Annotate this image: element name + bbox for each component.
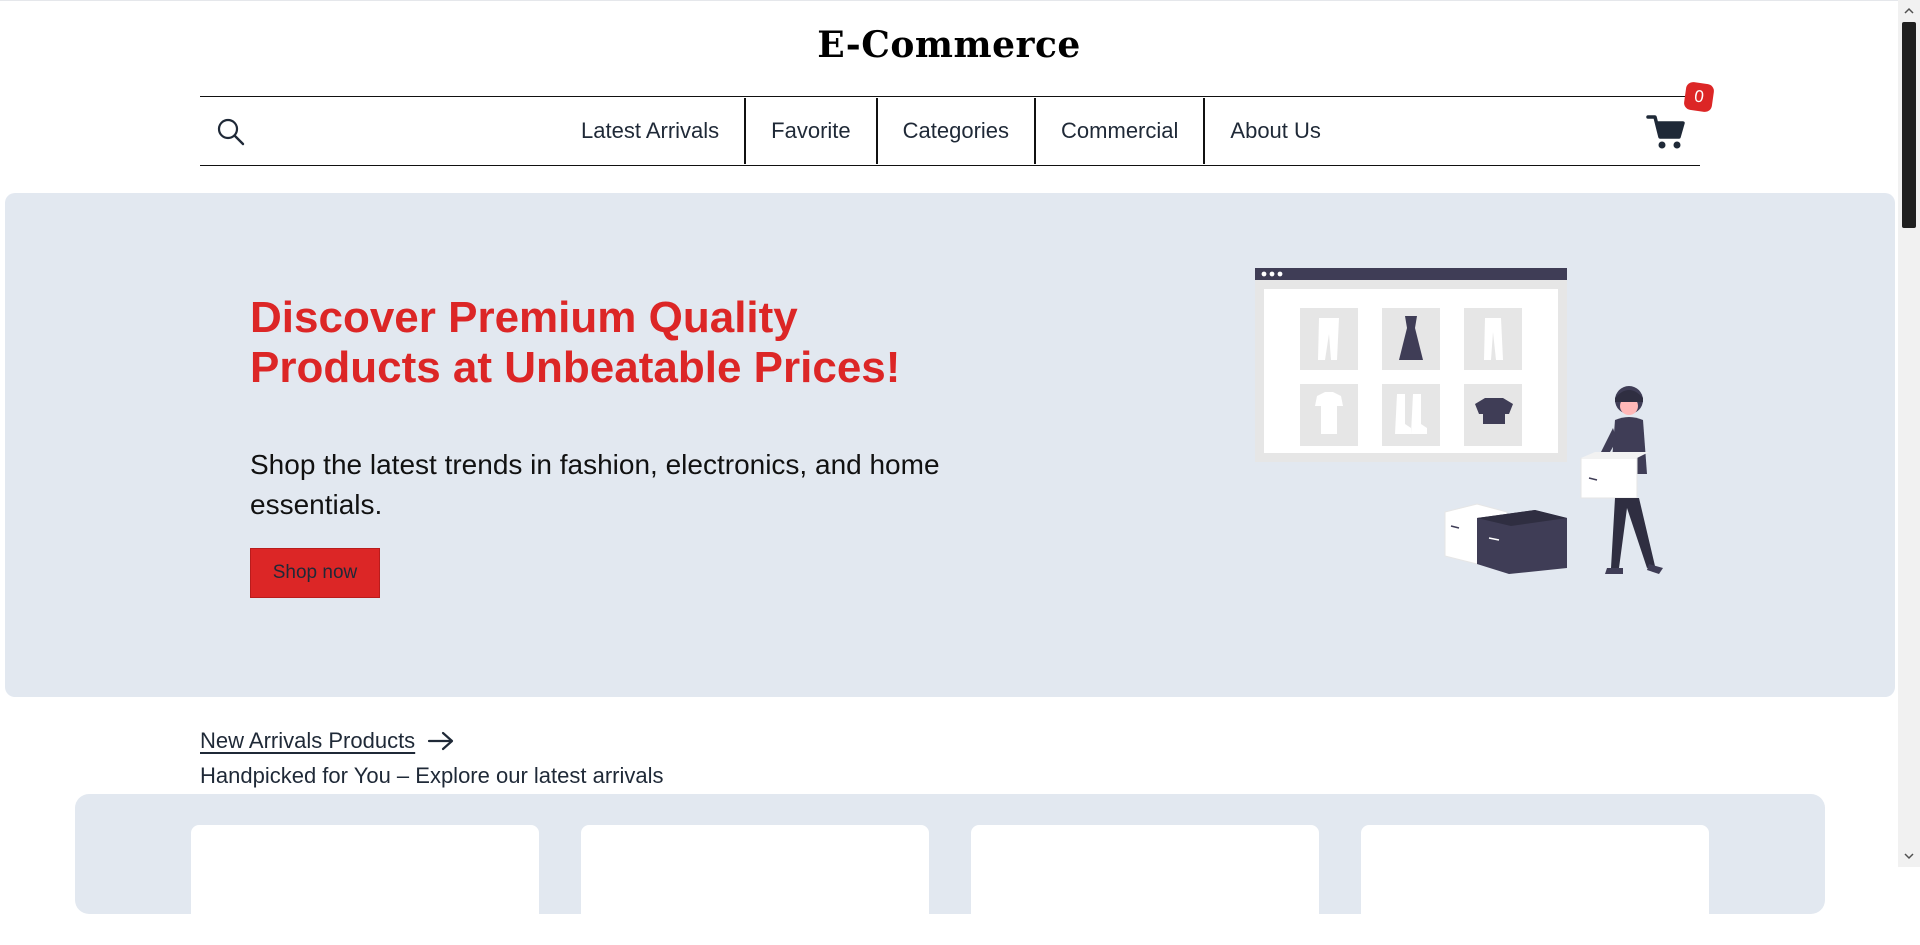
top-border bbox=[0, 0, 1898, 1]
nav-about-us[interactable]: About Us bbox=[1205, 98, 1346, 164]
product-card[interactable] bbox=[581, 825, 929, 945]
scroll-up-icon[interactable] bbox=[1904, 6, 1914, 16]
nav-categories[interactable]: Categories bbox=[878, 98, 1037, 164]
vertical-scrollbar[interactable] bbox=[1898, 0, 1920, 867]
arrow-right-icon bbox=[428, 731, 454, 751]
scrollbar-thumb[interactable] bbox=[1902, 22, 1916, 228]
hero-banner: Discover Premium Quality Products at Unb… bbox=[5, 193, 1895, 697]
product-card[interactable] bbox=[191, 825, 539, 945]
cart-count-badge: 0 bbox=[1683, 81, 1715, 113]
site-logo[interactable]: E-Commerce bbox=[0, 24, 1898, 66]
hero-title: Discover Premium Quality Products at Unb… bbox=[250, 293, 901, 392]
product-card[interactable] bbox=[971, 825, 1319, 945]
new-arrivals-label: New Arrivals Products bbox=[200, 728, 416, 753]
search-icon[interactable] bbox=[216, 117, 246, 147]
shop-now-button[interactable]: Shop now bbox=[250, 548, 380, 598]
nav-latest-arrivals[interactable]: Latest Arrivals bbox=[556, 98, 747, 164]
hero-subtitle: Shop the latest trends in fashion, elect… bbox=[250, 449, 940, 520]
nav-commercial[interactable]: Commercial bbox=[1036, 98, 1206, 164]
shopping-illustration bbox=[1255, 268, 1663, 574]
product-card[interactable] bbox=[1361, 825, 1709, 945]
new-arrivals-subtitle: Handpicked for You – Explore our latest … bbox=[200, 763, 664, 788]
products-grid bbox=[75, 794, 1825, 945]
main-navbar: Latest Arrivals Favorite Categories Comm… bbox=[200, 81, 1715, 166]
nav-favorite[interactable]: Favorite bbox=[746, 98, 878, 164]
cart-icon[interactable] bbox=[1646, 113, 1686, 151]
scroll-down-icon[interactable] bbox=[1904, 851, 1914, 861]
new-arrivals-link[interactable]: New Arrivals Products bbox=[200, 728, 455, 754]
nav-links: Latest Arrivals Favorite Categories Comm… bbox=[556, 97, 1346, 165]
